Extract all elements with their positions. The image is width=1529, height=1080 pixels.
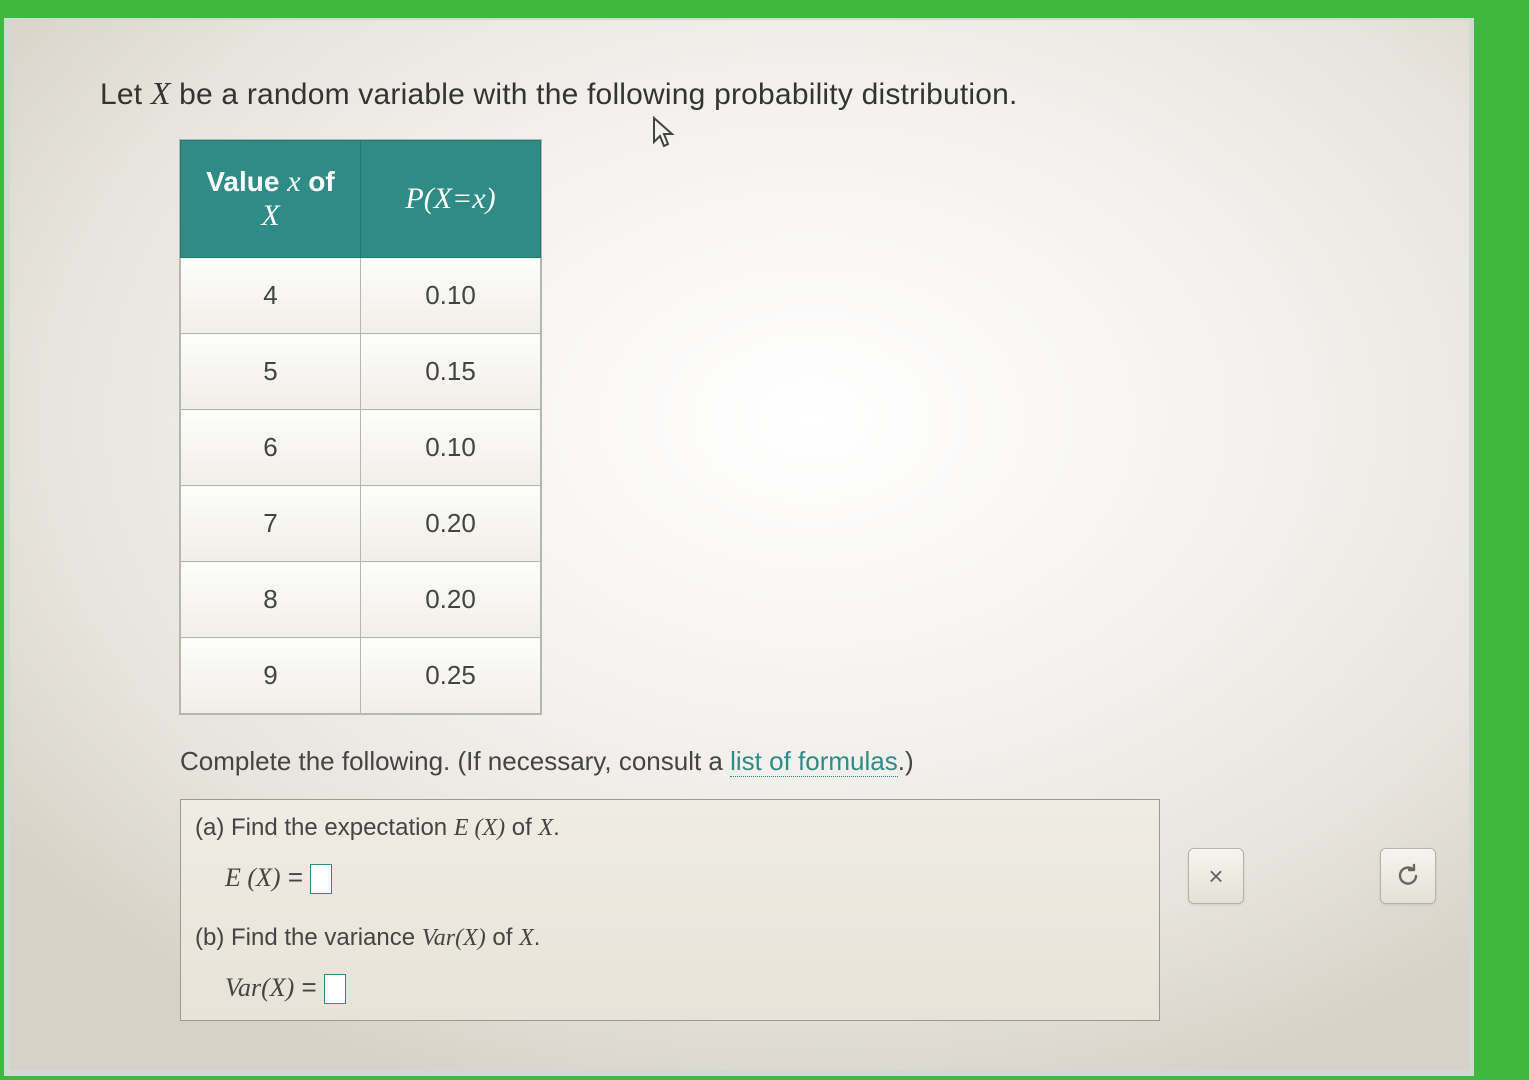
reset-button[interactable] [1380, 848, 1436, 904]
variance-input[interactable] [324, 974, 346, 1004]
cell-x: 5 [181, 334, 361, 410]
header-text: of [301, 166, 335, 197]
table-row: 50.15 [181, 334, 541, 410]
cell-x: 8 [181, 562, 361, 638]
part-b-prompt: (b) Find the variance Var(X) of X. [181, 910, 1159, 966]
part-a-fn: E (X) [454, 815, 505, 841]
cell-p: 0.25 [361, 638, 541, 714]
clear-button[interactable]: × [1188, 848, 1244, 904]
part-a-equation: E (X) = [181, 856, 1159, 910]
part-b-equation: Var(X) = [181, 966, 1159, 1020]
table-header-prob: P(X=x) [361, 141, 541, 258]
part-a-eq-sign: = [281, 862, 311, 892]
close-icon: × [1208, 861, 1223, 892]
question-prompt: Let X be a random variable with the foll… [100, 75, 1389, 112]
table-header-row: Value x of X P(X=x) [181, 141, 541, 258]
cursor-icon [650, 116, 680, 150]
probability-table: Value x of X P(X=x) 40.10 50.15 60.10 70… [180, 140, 541, 714]
part-b-period: . [534, 924, 541, 951]
answer-box: (a) Find the expectation E (X) of X. E (… [180, 799, 1160, 1021]
cell-x: 6 [181, 410, 361, 486]
table-row: 70.20 [181, 486, 541, 562]
cell-x: 9 [181, 638, 361, 714]
part-a-lhs: E (X) [225, 863, 281, 892]
instruction-post: .) [898, 746, 914, 776]
expectation-input[interactable] [310, 864, 332, 894]
question-page: Let X be a random variable with the foll… [10, 20, 1469, 1070]
part-a-label: (a) Find the expectation [195, 814, 454, 841]
table-row: 90.25 [181, 638, 541, 714]
cell-p: 0.10 [361, 258, 541, 334]
prompt-text-post: be a random variable with the following … [171, 78, 1018, 111]
part-a-prompt: (a) Find the expectation E (X) of X. [181, 800, 1159, 856]
table-header-value: Value x of X [181, 141, 361, 258]
prompt-variable-X: X [151, 75, 171, 111]
table-body: 40.10 50.15 60.10 70.20 80.20 90.25 [181, 258, 541, 714]
table-row: 60.10 [181, 410, 541, 486]
cell-p: 0.20 [361, 486, 541, 562]
part-b-fn: Var(X) [422, 925, 486, 951]
cell-x: 4 [181, 258, 361, 334]
part-b-lhs: Var(X) [225, 973, 294, 1002]
part-b-eq-sign: = [294, 972, 324, 1002]
part-a-var: X [538, 815, 553, 841]
cell-p: 0.10 [361, 410, 541, 486]
part-b-var: X [519, 925, 534, 951]
header-var-X: X [261, 199, 279, 232]
formulas-link[interactable]: list of formulas [730, 746, 898, 777]
part-a-of: of [505, 814, 538, 841]
header-prob-text: P(X=x) [405, 182, 495, 215]
cell-x: 7 [181, 486, 361, 562]
cell-p: 0.20 [361, 562, 541, 638]
instruction-pre: Complete the following. (If necessary, c… [180, 746, 730, 776]
part-b-of: of [486, 924, 519, 951]
instruction-text: Complete the following. (If necessary, c… [180, 746, 1389, 777]
cell-p: 0.15 [361, 334, 541, 410]
redo-icon [1393, 861, 1423, 891]
part-a-period: . [553, 814, 560, 841]
part-b-label: (b) Find the variance [195, 924, 422, 951]
table-row: 80.20 [181, 562, 541, 638]
table-row: 40.10 [181, 258, 541, 334]
prompt-text-pre: Let [100, 78, 151, 111]
header-var-x: x [287, 165, 300, 198]
header-text: Value [206, 166, 287, 197]
